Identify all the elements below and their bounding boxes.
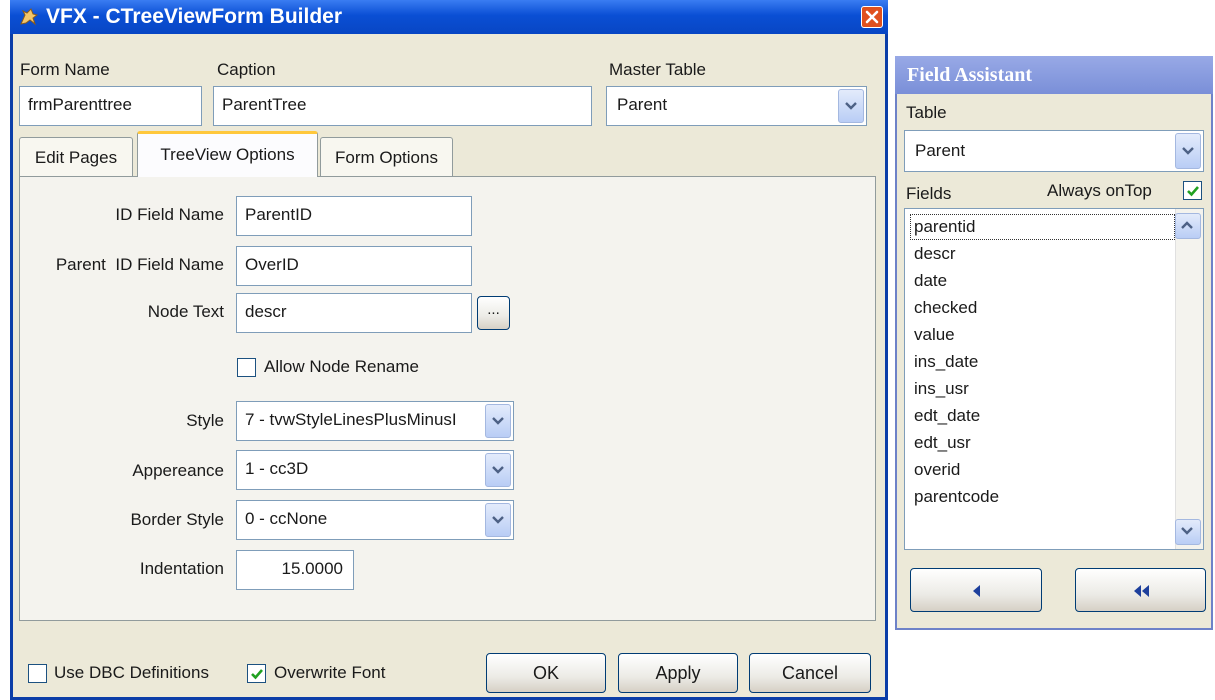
overwrite-font-label[interactable]: Overwrite Font [274,663,385,683]
node-text-browse-button[interactable]: ... [477,296,510,330]
triangle-left-icon [973,585,980,597]
always-on-top-label[interactable]: Always onTop [1047,181,1152,201]
fields-label: Fields [906,184,952,203]
double-triangle-left-icon [1134,585,1149,597]
list-item[interactable]: parentcode [914,487,999,507]
always-on-top-checkbox[interactable] [1183,181,1202,200]
border-style-value: 0 - ccNone [245,509,328,528]
chevron-down-icon [845,102,857,110]
app-icon [18,6,40,28]
list-item[interactable]: date [914,271,947,291]
caption-field[interactable]: ParentTree [213,86,592,126]
main-title-bar[interactable]: VFX - CTreeViewForm Builder [10,0,888,34]
close-icon [865,10,879,24]
appearance-dropdown-button[interactable] [485,453,511,487]
use-dbc-definitions-checkbox[interactable] [28,664,47,683]
scroll-down-button[interactable] [1175,519,1201,545]
cancel-button[interactable]: Cancel [749,653,871,693]
field-assistant-title[interactable]: Field Assistant [895,56,1213,94]
border-style-combo[interactable]: 0 - ccNone [236,500,514,540]
window-title: VFX - CTreeViewForm Builder [46,5,343,28]
appearance-combo[interactable]: 1 - cc3D [236,450,514,490]
tab-treeview-options[interactable]: TreeView Options [137,131,318,177]
node-text-field[interactable]: descr [236,293,472,333]
tab-edit-pages[interactable]: Edit Pages [19,137,133,177]
list-item[interactable]: value [914,325,955,345]
overwrite-font-checkbox[interactable] [247,664,266,683]
indentation-label: Indentation [139,559,224,578]
list-item[interactable]: descr [914,244,956,264]
use-dbc-definitions-label[interactable]: Use DBC Definitions [54,663,209,683]
border-style-label: Border Style [130,510,224,529]
allow-node-rename-checkbox[interactable] [237,358,256,377]
indentation-field[interactable]: 15.0000 [236,550,354,590]
style-combo[interactable]: 7 - tvwStyleLinesPlusMinusI [236,401,514,441]
table-value: Parent [915,141,966,160]
list-item[interactable]: overid [914,460,960,480]
chevron-down-icon [492,516,504,524]
fields-scrollbar[interactable] [1175,209,1203,549]
fields-list[interactable]: parentid descr date checked value ins_da… [904,208,1204,550]
table-label: Table [906,103,947,122]
list-item[interactable]: ins_usr [914,379,969,399]
master-table-dropdown-button[interactable] [838,89,864,123]
treeview-options-panel [19,176,876,621]
move-all-left-button[interactable] [1075,568,1206,612]
form-name-label: Form Name [20,60,110,79]
move-left-button[interactable] [910,568,1042,612]
chevron-down-icon [492,417,504,425]
appearance-value: 1 - cc3D [245,459,309,478]
tab-form-options[interactable]: Form Options [320,137,453,177]
style-label: Style [186,411,224,430]
list-item[interactable]: ins_date [914,352,978,372]
table-combo[interactable]: Parent [904,130,1204,172]
appearance-label: Appereance [132,461,224,480]
style-value: 7 - tvwStyleLinesPlusMinusI [245,410,457,429]
close-button[interactable] [861,6,883,28]
node-text-label: Node Text [147,302,224,321]
parent-id-field-name-field[interactable]: OverID [236,246,472,286]
scroll-up-icon [1181,221,1193,229]
list-item[interactable]: edt_date [914,406,980,426]
master-table-combo[interactable]: Parent [606,86,867,126]
apply-button[interactable]: Apply [618,653,738,693]
scroll-up-button[interactable] [1175,213,1201,239]
id-field-name-label: ID Field Name [115,205,224,224]
allow-node-rename-label[interactable]: Allow Node Rename [264,357,419,377]
list-item[interactable]: parentid [914,217,975,237]
list-item[interactable]: edt_usr [914,433,971,453]
ok-button[interactable]: OK [486,653,606,693]
form-name-field[interactable]: frmParenttree [19,86,202,126]
caption-label: Caption [217,60,276,79]
list-item[interactable]: checked [914,298,977,318]
checkmark-icon [251,669,263,680]
chevron-down-icon [1182,147,1194,155]
scroll-down-icon [1181,527,1193,535]
parent-id-field-name-label: Parent ID Field Name [55,255,224,274]
master-table-label: Master Table [609,60,707,79]
style-dropdown-button[interactable] [485,404,511,438]
id-field-name-field[interactable]: ParentID [236,196,472,236]
chevron-down-icon [492,466,504,474]
border-style-dropdown-button[interactable] [485,503,511,537]
checkmark-icon [1187,186,1199,197]
table-dropdown-button[interactable] [1175,133,1201,169]
master-table-value: Parent [617,95,668,114]
